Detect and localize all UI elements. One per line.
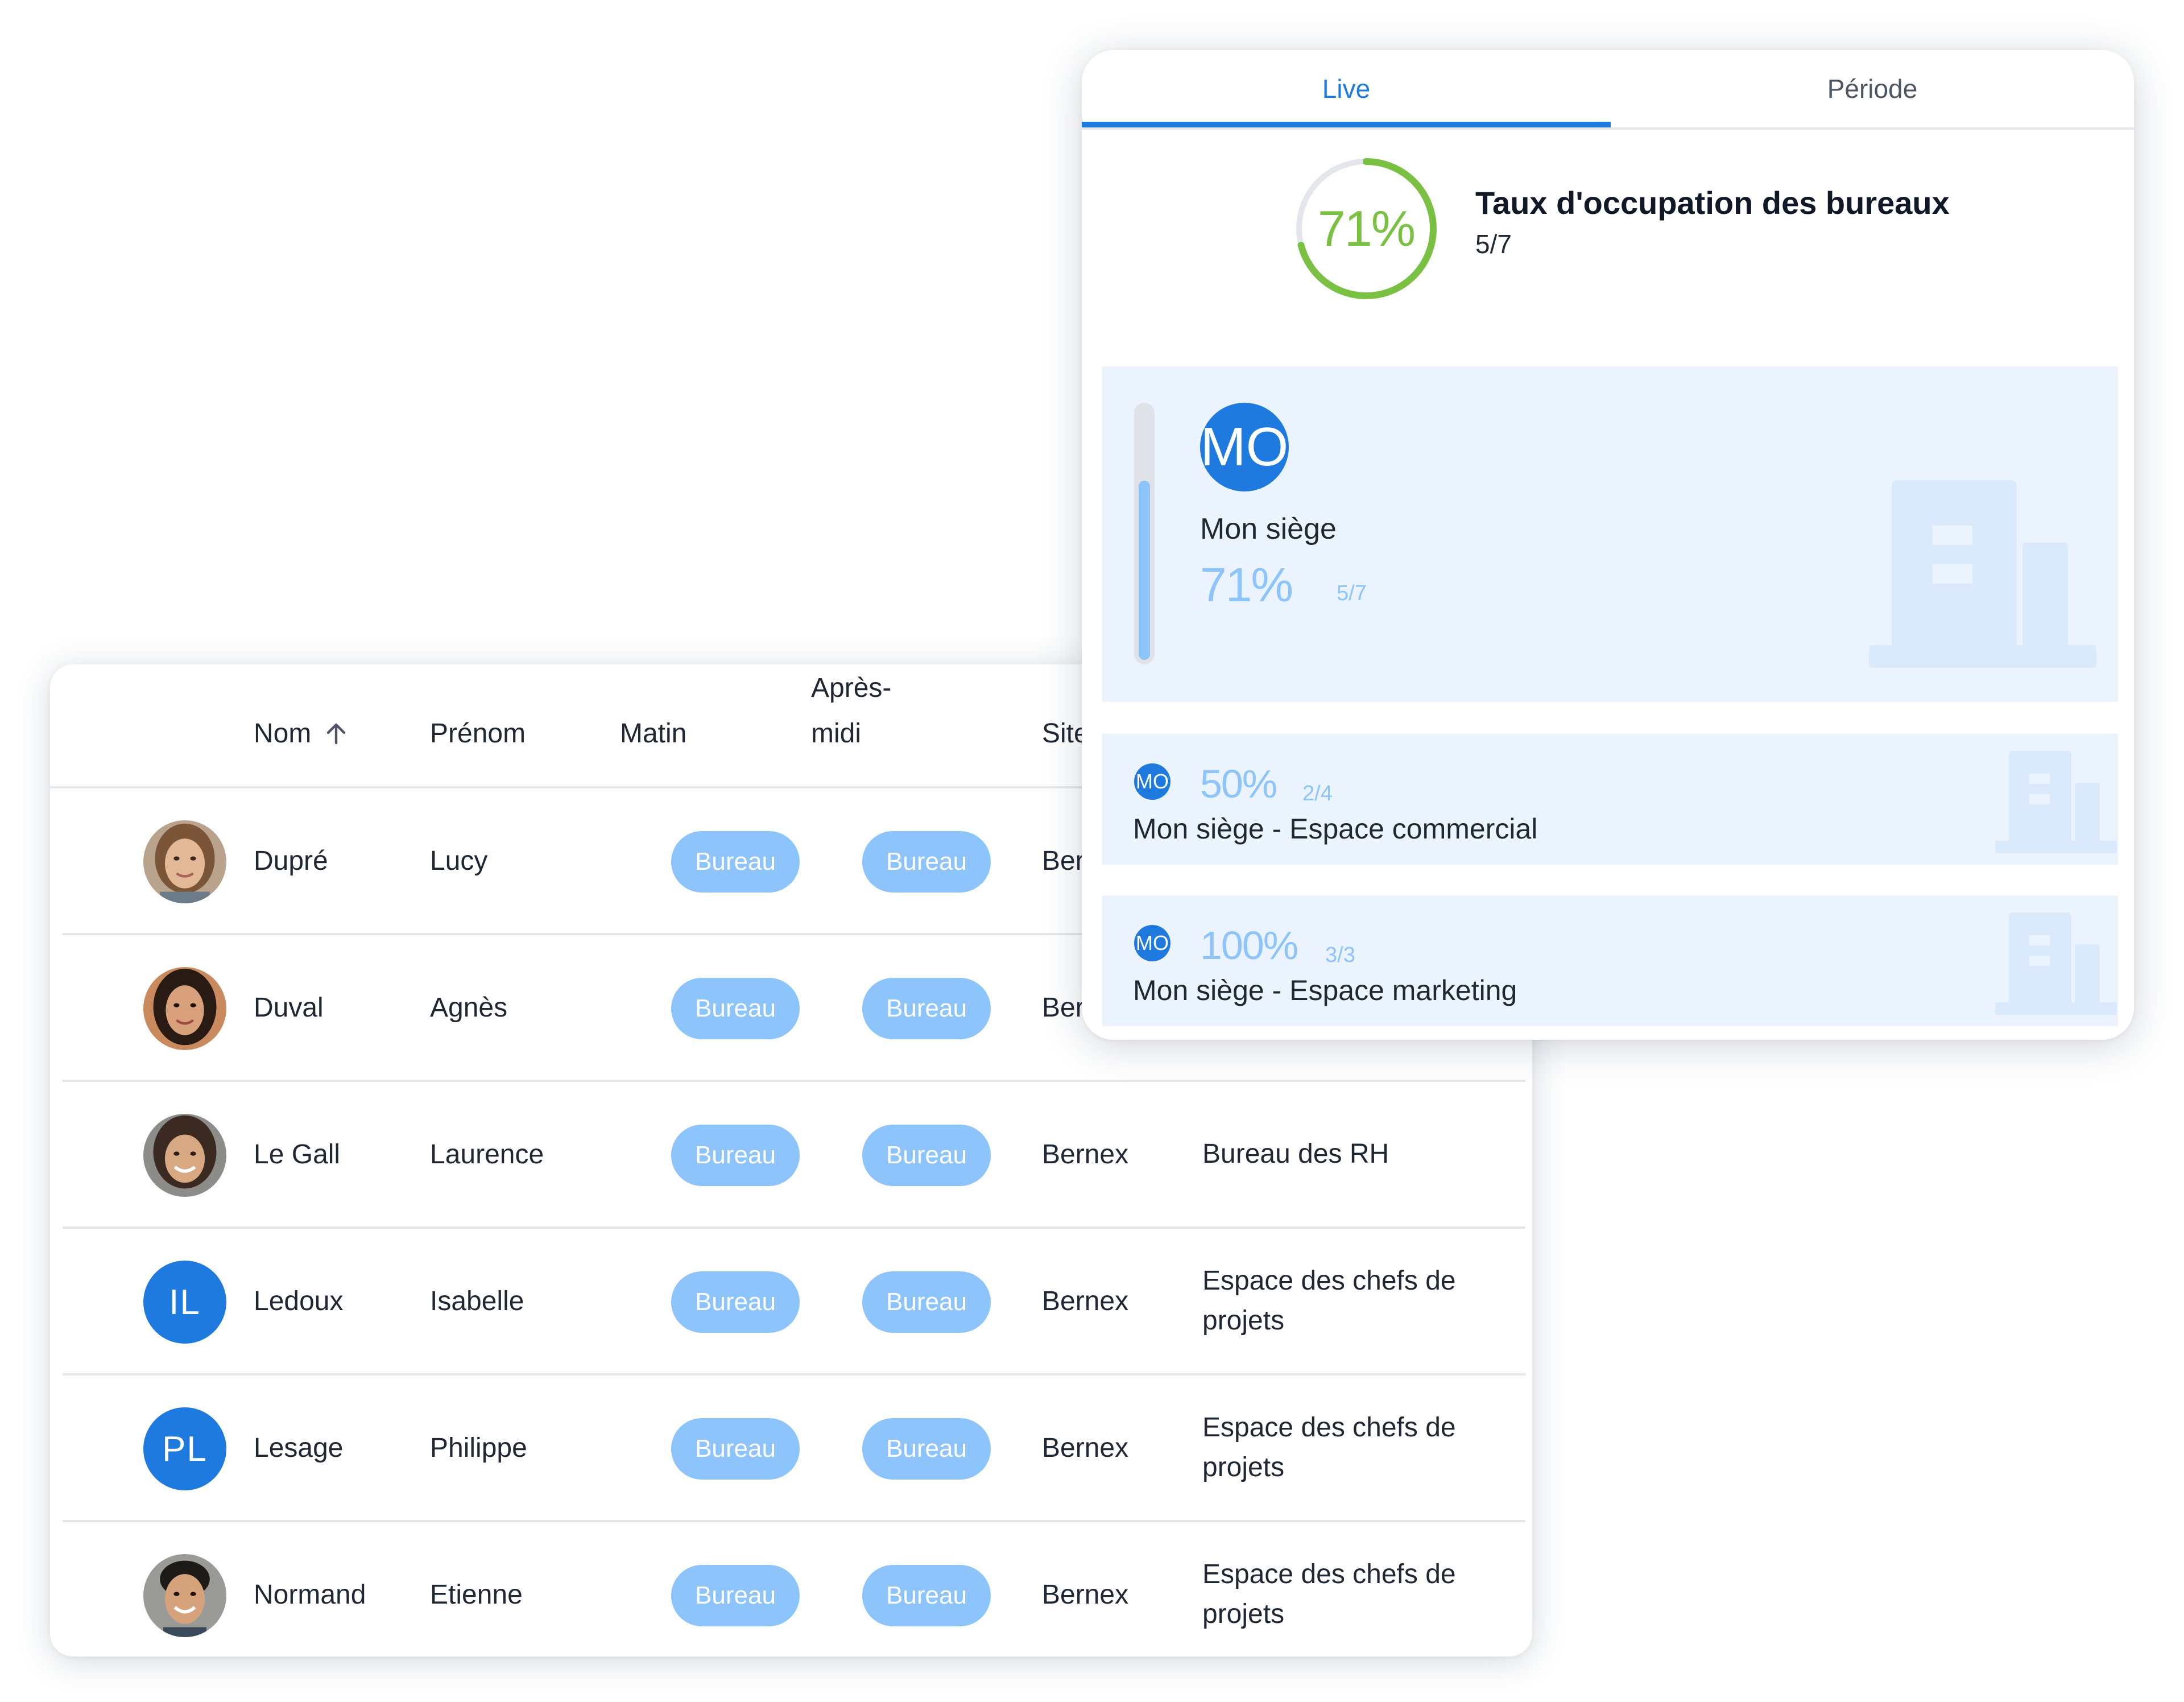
site-occupancy-bar	[1134, 403, 1155, 664]
avatar	[143, 820, 226, 903]
cell-site: Bernex	[1042, 1286, 1129, 1316]
site-panel-espace-marketing[interactable]: MO 100% 3/3 Mon siège - Espace marketing	[1102, 895, 2118, 1026]
site-count: 5/7	[1337, 581, 1367, 605]
site-name: Mon siège	[1200, 513, 1337, 546]
site-occupancy-bar-fill	[1139, 481, 1150, 660]
building-icon	[1995, 912, 2117, 1015]
occupancy-count: 5/7	[1475, 229, 1512, 259]
occupancy-percent: 71%	[1317, 200, 1416, 257]
table-row[interactable]: Le Gall Laurence Bureau Bureau Bernex Bu…	[63, 1082, 1525, 1229]
column-header-nom[interactable]: Nom	[254, 711, 350, 757]
site-avatar: MO	[1200, 403, 1289, 491]
cell-nom: Le Gall	[254, 1139, 341, 1170]
site-percent: 71%	[1200, 558, 1293, 612]
cell-prenom: Etienne	[430, 1579, 523, 1610]
matin-status-pill[interactable]: Bureau	[671, 1271, 800, 1333]
column-header-matin[interactable]: Matin	[620, 711, 686, 757]
tab-periode[interactable]: Période	[1611, 50, 2134, 127]
sort-ascending-icon[interactable]	[322, 720, 350, 747]
cell-prenom: Isabelle	[430, 1286, 524, 1316]
cell-site: Bernex	[1042, 1579, 1129, 1610]
avatar	[143, 967, 226, 1050]
apres-midi-status-pill[interactable]: Bureau	[862, 1271, 991, 1333]
matin-status-pill[interactable]: Bureau	[671, 831, 800, 893]
column-header-nom-label: Nom	[254, 718, 312, 749]
site-count: 2/4	[1302, 782, 1333, 805]
occupancy-gauge: 71%	[1292, 155, 1440, 303]
avatar: IL	[143, 1261, 226, 1344]
site-panel-espace-commercial[interactable]: MO 50% 2/4 Mon siège - Espace commercial	[1102, 734, 2118, 865]
avatar: PL	[143, 1407, 226, 1490]
apres-midi-status-pill[interactable]: Bureau	[862, 1125, 991, 1186]
cell-nom: Ledoux	[254, 1286, 344, 1316]
column-header-apres-midi[interactable]: Après-midi	[811, 666, 936, 757]
site-avatar: MO	[1134, 763, 1170, 800]
cell-nom: Dupré	[254, 845, 328, 876]
matin-status-pill[interactable]: Bureau	[671, 978, 800, 1039]
cell-espace: Espace des chefs de projets	[1202, 1559, 1456, 1629]
cell-prenom: Philippe	[430, 1432, 527, 1463]
occupancy-dashboard-card: Live Période 71% Taux d'occupation des b…	[1082, 50, 2134, 1040]
building-icon	[1869, 480, 2096, 668]
avatar	[143, 1114, 226, 1197]
active-tab-indicator	[1082, 122, 1611, 127]
cell-prenom: Lucy	[430, 845, 488, 876]
site-panel-main[interactable]: MO Mon siège 71% 5/7	[1102, 366, 2118, 702]
table-row[interactable]: PL Lesage Philippe Bureau Bureau Bernex …	[63, 1375, 1525, 1522]
site-name: Mon siège - Espace marketing	[1133, 974, 1517, 1006]
apres-midi-status-pill[interactable]: Bureau	[862, 978, 991, 1039]
table-row[interactable]: IL Ledoux Isabelle Bureau Bureau Bernex …	[63, 1229, 1525, 1375]
site-avatar: MO	[1134, 925, 1170, 961]
cell-site: Bernex	[1042, 1139, 1129, 1170]
matin-status-pill[interactable]: Bureau	[671, 1125, 800, 1186]
column-header-prenom[interactable]: Prénom	[430, 711, 526, 757]
cell-nom: Lesage	[254, 1432, 344, 1463]
tab-live[interactable]: Live	[1082, 50, 1611, 127]
cell-espace: Espace des chefs de projets	[1202, 1266, 1456, 1336]
cell-site: Bernex	[1042, 1432, 1129, 1463]
tab-bar: Live Période	[1082, 50, 2134, 130]
matin-status-pill[interactable]: Bureau	[671, 1418, 800, 1480]
site-percent: 50%	[1200, 762, 1277, 806]
site-percent: 100%	[1200, 923, 1298, 968]
building-icon	[1995, 751, 2117, 853]
cell-espace: Bureau des RH	[1202, 1139, 1389, 1169]
apres-midi-status-pill[interactable]: Bureau	[862, 1565, 991, 1626]
cell-espace: Espace des chefs de projets	[1202, 1412, 1456, 1482]
cell-prenom: Laurence	[430, 1139, 544, 1170]
cell-prenom: Agnès	[430, 992, 508, 1023]
table-row[interactable]: Normand Etienne Bureau Bureau Bernex Esp…	[63, 1522, 1525, 1656]
site-count: 3/3	[1325, 943, 1355, 967]
matin-status-pill[interactable]: Bureau	[671, 1565, 800, 1626]
apres-midi-status-pill[interactable]: Bureau	[862, 831, 991, 893]
avatar	[143, 1554, 226, 1637]
site-name: Mon siège - Espace commercial	[1133, 813, 1538, 845]
apres-midi-status-pill[interactable]: Bureau	[862, 1418, 991, 1480]
cell-nom: Normand	[254, 1579, 366, 1610]
occupancy-title: Taux d'occupation des bureaux	[1475, 185, 1950, 221]
cell-nom: Duval	[254, 992, 324, 1023]
